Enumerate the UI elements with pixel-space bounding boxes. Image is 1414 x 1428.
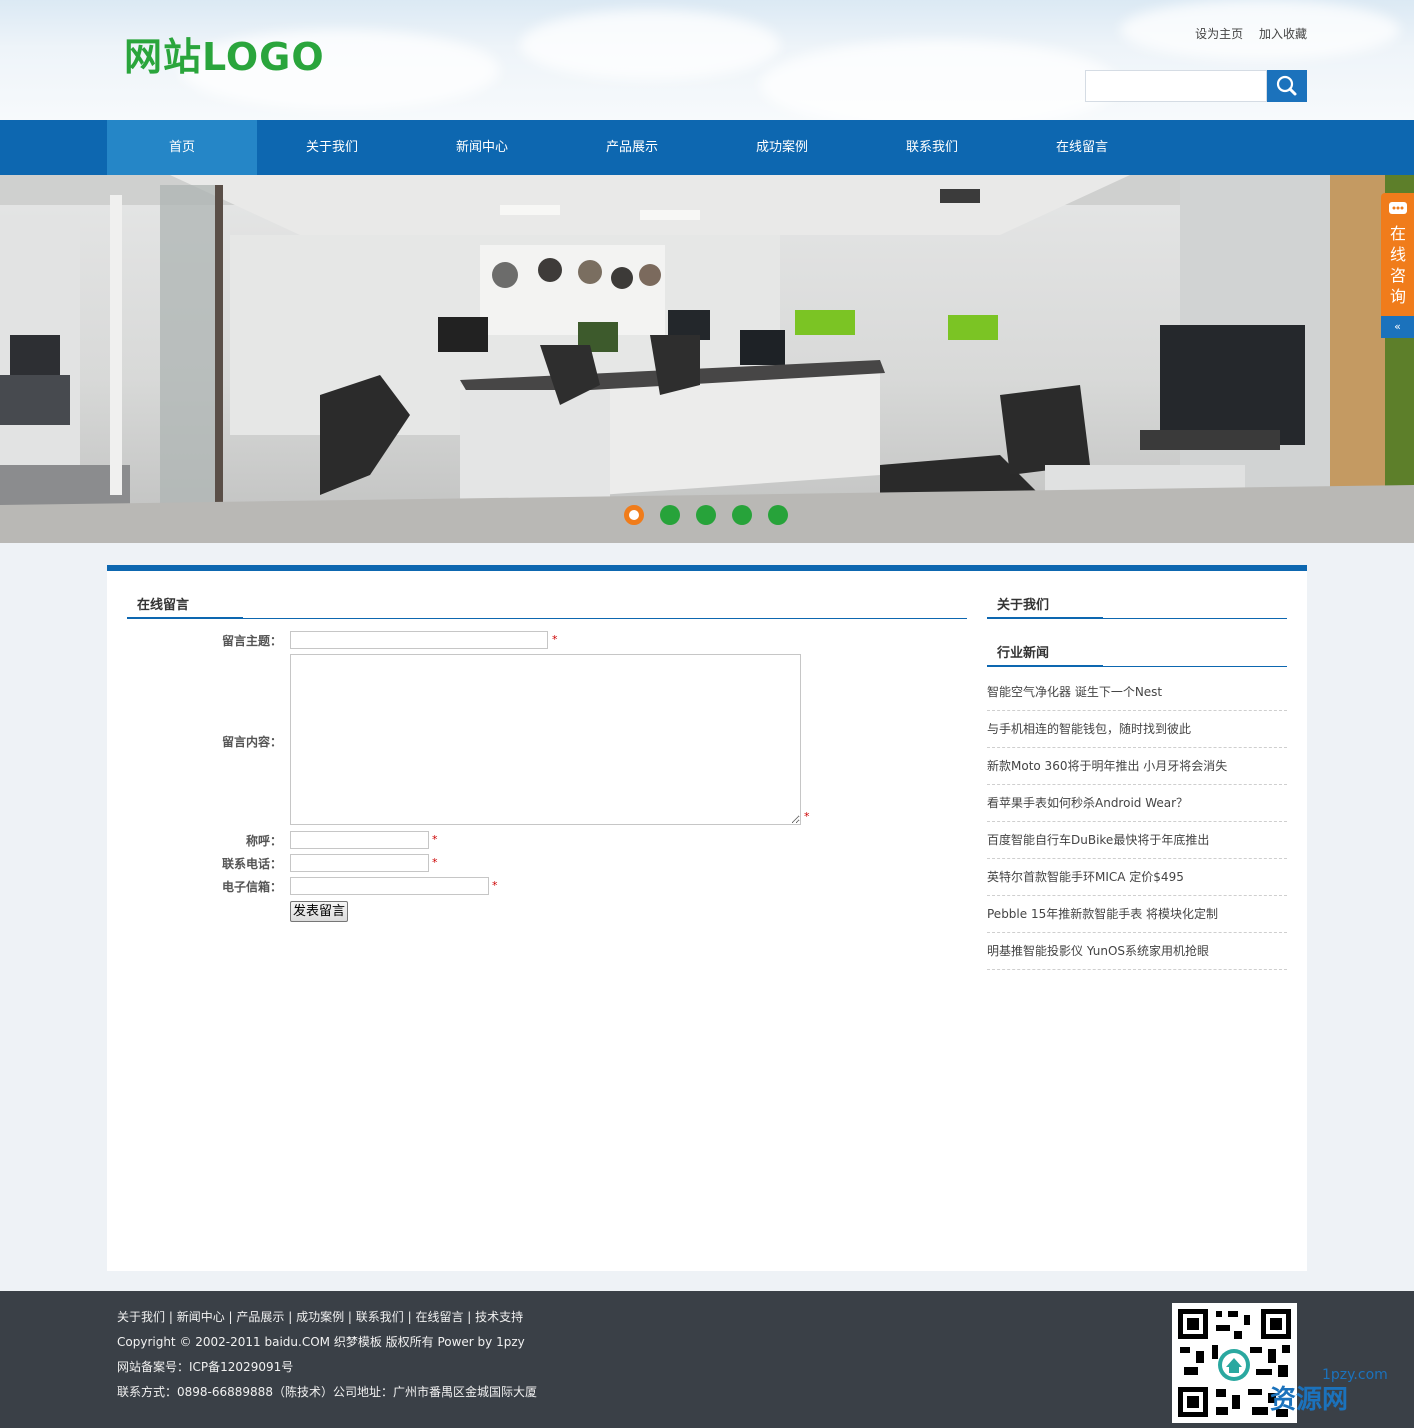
slider-dot-1[interactable]	[624, 505, 644, 525]
main-nav: 首页 关于我们 新闻中心 产品展示 成功案例 联系我们 在线留言	[0, 120, 1414, 175]
separator: |	[463, 1310, 476, 1324]
content-label: 留言内容：	[221, 735, 282, 749]
content-textarea[interactable]	[290, 654, 801, 825]
nav-item-cases[interactable]: 成功案例	[707, 120, 857, 175]
footer-icp: 网站备案号：ICP备12029091号	[117, 1360, 294, 1374]
footer-link-contact[interactable]: 联系我们	[356, 1310, 404, 1324]
sidebar-about-title[interactable]: 关于我们	[997, 594, 1049, 613]
news-item[interactable]: 百度智能自行车DuBike最快将于年底推出	[987, 822, 1287, 859]
banner-slider[interactable]	[0, 175, 1414, 543]
banner-image	[0, 175, 1414, 543]
slider-dot-5[interactable]	[768, 505, 788, 525]
news-item[interactable]: 新款Moto 360将于明年推出 小月牙将会消失	[987, 748, 1287, 785]
cloud-decoration	[760, 40, 1120, 120]
separator: |	[284, 1310, 297, 1324]
phone-input[interactable]	[290, 854, 429, 872]
watermark-domain: 1pzy.com	[1322, 1367, 1388, 1383]
watermark: 1pzy.com 资源网	[1270, 1367, 1388, 1416]
watermark-name: 资源网	[1270, 1385, 1349, 1415]
footer-copyright: Copyright © 2002-2011 baidu.COM 织梦模板 版权所…	[117, 1335, 525, 1349]
separator: |	[344, 1310, 356, 1324]
slider-dot-4[interactable]	[732, 505, 752, 525]
footer-link-cases[interactable]: 成功案例	[296, 1310, 344, 1324]
site-logo[interactable]: 网站LOGO	[124, 26, 325, 81]
guestbook-title: 在线留言	[137, 598, 190, 613]
divider-accent	[987, 617, 1103, 619]
subject-label: 留言主题：	[221, 634, 282, 648]
add-favorite-link[interactable]: 加入收藏	[1259, 27, 1307, 41]
online-consult-float[interactable]: 在线咨询 «	[1381, 193, 1414, 338]
phone-label: 联系电话：	[221, 857, 282, 871]
nav-item-contact[interactable]: 联系我们	[857, 120, 1007, 175]
set-home-link[interactable]: 设为主页	[1195, 27, 1243, 41]
footer-link-about[interactable]: 关于我们	[117, 1310, 165, 1324]
top-links: 设为主页 加入收藏	[1183, 25, 1307, 42]
slider-dot-2[interactable]	[660, 505, 680, 525]
divider-accent	[987, 665, 1103, 667]
name-label: 称呼：	[245, 834, 282, 848]
footer-link-news[interactable]: 新闻中心	[177, 1310, 225, 1324]
news-item[interactable]: 与手机相连的智能钱包，随时找到彼此	[987, 711, 1287, 748]
footer-link-guestbook[interactable]: 在线留言	[415, 1310, 463, 1324]
news-item[interactable]: Pebble 15年推新款智能手表 将模块化定制	[987, 896, 1287, 933]
search-icon	[1276, 75, 1297, 96]
submit-button[interactable]: 发表留言	[290, 901, 348, 922]
news-item[interactable]: 看苹果手表如何秒杀Android Wear？	[987, 785, 1287, 822]
nav-item-about[interactable]: 关于我们	[257, 120, 407, 175]
footer-contact: 联系方式：0898-66889888（陈技术）公司地址：广州市番禺区金城国际大厦	[117, 1385, 537, 1399]
email-input[interactable]	[290, 877, 489, 895]
news-item[interactable]: 明基推智能投影仪 YunOS系统家用机抢眼	[987, 933, 1287, 970]
footer-link-support[interactable]: 技术支持	[475, 1310, 523, 1324]
cloud-decoration	[520, 10, 780, 80]
divider-accent	[127, 617, 243, 619]
search-input[interactable]	[1085, 70, 1267, 102]
nav-item-products[interactable]: 产品展示	[557, 120, 707, 175]
nav-item-home[interactable]: 首页	[107, 120, 257, 175]
separator: |	[403, 1310, 416, 1324]
chat-icon	[1389, 202, 1407, 214]
separator: |	[224, 1310, 237, 1324]
divider	[127, 618, 967, 619]
required-mark: *	[552, 633, 558, 646]
news-item[interactable]: 智能空气净化器 诞生下一个Nest	[987, 674, 1287, 711]
footer-links: 关于我们 | 新闻中心 | 产品展示 | 成功案例 | 联系我们 | 在线留言 …	[117, 1308, 523, 1325]
online-consult-label: 在线咨询	[1389, 224, 1406, 306]
subject-input[interactable]	[290, 631, 548, 649]
required-mark: *	[432, 856, 438, 869]
slider-dot-3[interactable]	[696, 505, 716, 525]
name-input[interactable]	[290, 831, 429, 849]
required-mark: *	[432, 833, 438, 846]
collapse-icon[interactable]: «	[1381, 316, 1414, 338]
footer-link-products[interactable]: 产品展示	[236, 1310, 284, 1324]
required-mark: *	[804, 810, 810, 823]
required-mark: *	[492, 879, 498, 892]
sidebar-news-title: 行业新闻	[997, 646, 1050, 661]
nav-item-guestbook[interactable]: 在线留言	[1007, 120, 1157, 175]
news-item[interactable]: 英特尔首款智能手环MICA 定价$495	[987, 859, 1287, 896]
separator: |	[165, 1310, 177, 1324]
nav-item-news[interactable]: 新闻中心	[407, 120, 557, 175]
search-button[interactable]	[1267, 70, 1307, 102]
email-label: 电子信箱：	[221, 880, 282, 894]
